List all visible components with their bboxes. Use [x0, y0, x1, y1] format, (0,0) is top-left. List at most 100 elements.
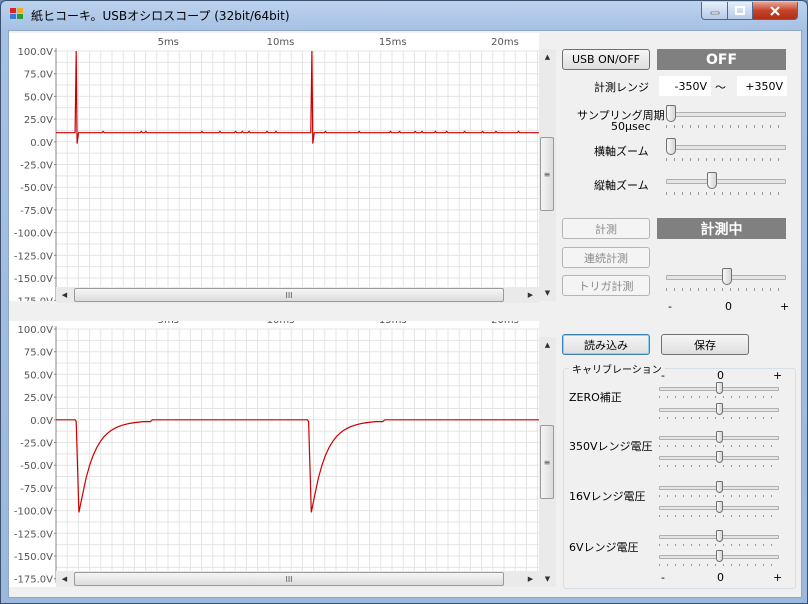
scroll-thumb[interactable]: ≡: [540, 425, 554, 499]
y-tick-label: -150.0V: [14, 274, 53, 285]
350v-fine-slider[interactable]: [655, 451, 783, 469]
cal-zero-top: 0: [717, 369, 724, 382]
y-tick-label: -25.0V: [20, 161, 53, 172]
top-plot-vscrollbar[interactable]: ▲ ≡ ▼: [539, 49, 556, 301]
slider-thumb[interactable]: [716, 501, 723, 513]
x-tick-label: 5ms: [158, 37, 179, 48]
measure-button[interactable]: 計測: [562, 218, 650, 239]
scroll-thumb[interactable]: ≡: [540, 137, 554, 211]
slider-thumb[interactable]: [716, 451, 723, 463]
scroll-up-icon[interactable]: ▲: [539, 49, 556, 65]
top-plot-hscrollbar[interactable]: ◀ III ▶: [56, 287, 539, 303]
slider-thumb[interactable]: [716, 403, 723, 415]
bottom-plot-hscrollbar[interactable]: ◀ III ▶: [56, 571, 539, 587]
slider-thumb[interactable]: [722, 268, 732, 285]
maximize-button[interactable]: [727, 2, 753, 20]
sampling-value: 50μsec: [611, 120, 651, 133]
x-tick-label: 15ms: [379, 37, 407, 48]
y-tick-label: 50.0V: [24, 370, 53, 381]
window-title: 紙ヒコーキ。USBオシロスコープ (32bit/64bit): [31, 9, 290, 23]
hzoom-label: 横軸ズーム: [594, 145, 649, 158]
slider-thumb[interactable]: [716, 550, 723, 562]
grip-icon: ≡: [543, 457, 551, 467]
scroll-thumb[interactable]: III: [74, 572, 504, 586]
x-tick-label: 5ms: [158, 321, 179, 326]
slider-thumb[interactable]: [707, 172, 717, 189]
cal-minus-bottom: -: [661, 571, 665, 584]
y-tick-label: -75.0V: [20, 206, 53, 217]
y-tick-label: -175.0V: [14, 297, 53, 301]
scroll-left-icon[interactable]: ◀: [56, 287, 73, 303]
y-tick-label: -100.0V: [14, 229, 53, 240]
range-max-field[interactable]: +350V: [737, 76, 787, 96]
16v-fine-slider[interactable]: [655, 501, 783, 519]
6v-fine-slider[interactable]: [655, 550, 783, 568]
y-tick-label: -175.0V: [14, 575, 53, 586]
trigger-slider[interactable]: [662, 268, 790, 292]
scroll-left-icon[interactable]: ◀: [56, 571, 73, 587]
scroll-right-icon[interactable]: ▶: [522, 287, 539, 303]
zero-fine-slider[interactable]: [655, 403, 783, 421]
slider-thumb[interactable]: [716, 481, 723, 493]
trigger-plus: +: [780, 300, 790, 313]
slider-thumb[interactable]: [716, 530, 723, 542]
range-min-field[interactable]: -350V: [659, 76, 711, 96]
slider-thumb[interactable]: [716, 431, 723, 443]
trigger-minus: -: [668, 300, 672, 313]
y-tick-label: 100.0V: [18, 325, 54, 336]
calibration-title: キャリブレーション: [569, 361, 665, 376]
continuous-measure-button[interactable]: 連続計測: [562, 247, 650, 268]
waveform-plot-top: 100.0V 75.0V 50.0V 25.0V 0.0V -25.0V -50.0V -75…: [9, 33, 539, 301]
trigger-measure-button[interactable]: トリガ計測: [562, 275, 650, 296]
scroll-down-icon[interactable]: ▼: [539, 285, 556, 301]
save-button[interactable]: 保存: [661, 334, 749, 355]
y-tick-label: 100.0V: [18, 47, 54, 58]
y-tick-label: -25.0V: [20, 439, 53, 450]
slider-thumb[interactable]: [666, 138, 676, 155]
waveform-trace: [56, 419, 539, 513]
load-button[interactable]: 読み込み: [562, 334, 650, 355]
slider-thumb[interactable]: [716, 382, 723, 394]
6v-coarse-slider[interactable]: [655, 530, 783, 548]
y-tick-label: 25.0V: [24, 393, 53, 404]
vzoom-slider[interactable]: [662, 172, 790, 196]
350v-coarse-slider[interactable]: [655, 431, 783, 449]
bottom-plot-vscrollbar[interactable]: ▲ ≡ ▼: [539, 337, 556, 587]
scroll-down-icon[interactable]: ▼: [539, 571, 556, 587]
cal-item-6v: 6Vレンジ電圧: [569, 541, 639, 554]
grip-icon: III: [285, 574, 293, 584]
x-tick-label: 20ms: [491, 37, 519, 48]
waveform-trace: [56, 50, 539, 144]
y-tick-label: 50.0V: [24, 92, 53, 103]
y-tick-label: -100.0V: [14, 507, 53, 518]
scroll-up-icon[interactable]: ▲: [539, 337, 556, 353]
x-tick-label: 10ms: [267, 37, 295, 48]
scroll-thumb[interactable]: III: [74, 288, 504, 302]
minimize-button[interactable]: [701, 2, 728, 20]
close-button[interactable]: [752, 2, 798, 20]
title-bar[interactable]: 紙ヒコーキ。USBオシロスコープ (32bit/64bit): [1, 1, 807, 27]
sampling-slider[interactable]: [662, 105, 790, 129]
scroll-right-icon[interactable]: ▶: [522, 571, 539, 587]
y-tick-label: -50.0V: [20, 183, 53, 194]
y-tick-label: 75.0V: [24, 70, 53, 81]
hzoom-slider[interactable]: [662, 138, 790, 162]
cal-zero-bottom: 0: [717, 571, 724, 584]
slider-thumb[interactable]: [666, 105, 676, 122]
zero-coarse-slider[interactable]: [655, 382, 783, 400]
waveform-plot-bottom: 100.0V 75.0V 50.0V 25.0V 0.0V -25.0V -50.0V -75…: [9, 321, 539, 587]
cal-item-zero: ZERO補正: [569, 391, 622, 404]
cal-plus-bottom: +: [773, 571, 783, 584]
minimize-icon: [710, 11, 719, 14]
y-tick-label: -125.0V: [14, 251, 53, 262]
app-icon: [10, 8, 23, 19]
y-tick-label: -125.0V: [14, 529, 53, 540]
maximize-icon: [735, 6, 745, 15]
cal-item-16v: 16Vレンジ電圧: [569, 490, 646, 503]
usb-onoff-button[interactable]: USB ON/OFF: [562, 49, 650, 70]
client-area: 100.0V 75.0V 50.0V 25.0V 0.0V -25.0V -50.0V -75…: [8, 30, 802, 598]
measure-status: 計測中: [657, 218, 786, 239]
grip-icon: ≡: [543, 169, 551, 179]
16v-coarse-slider[interactable]: [655, 481, 783, 499]
y-tick-label: -75.0V: [20, 484, 53, 495]
